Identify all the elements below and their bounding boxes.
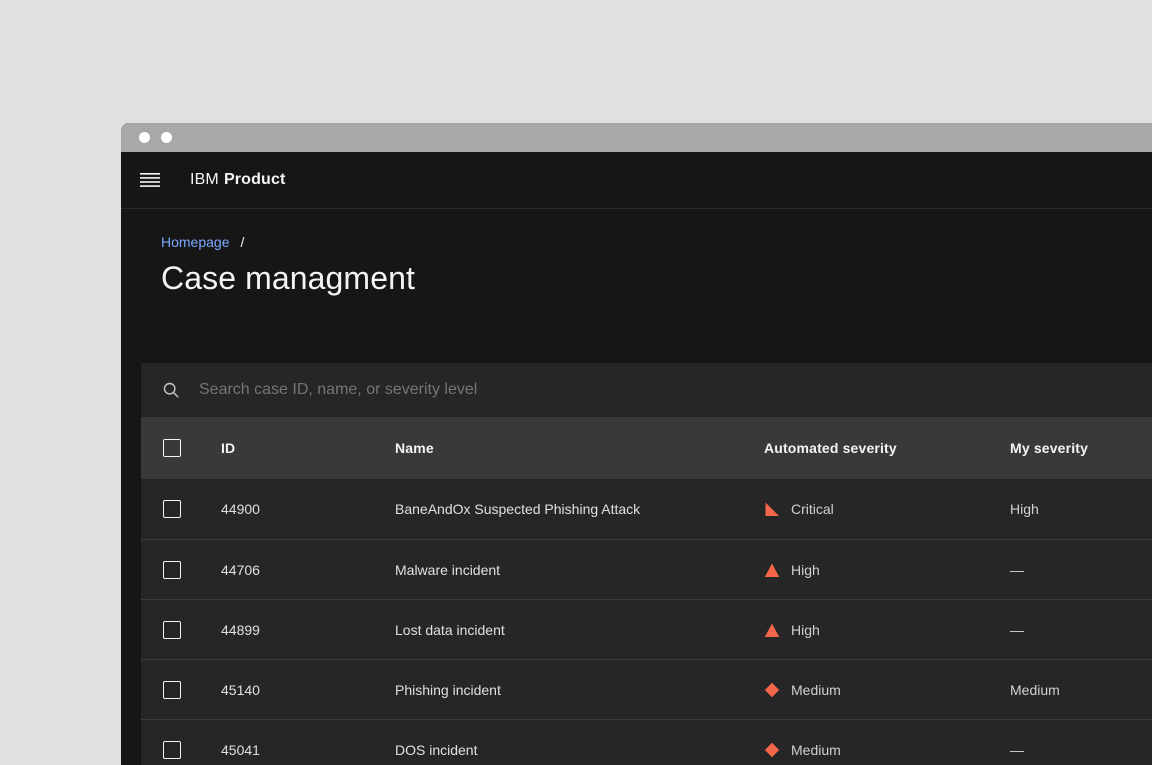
column-header-name: Name [395, 440, 434, 456]
medium-severity-icon [764, 682, 780, 698]
automated-severity-cell: High [748, 622, 994, 638]
row-select-cell [141, 500, 205, 518]
high-severity-icon [764, 562, 780, 578]
automated-severity-cell: Medium [748, 682, 994, 698]
desktop-background: IBM Product Homepage / Case managment Se… [0, 0, 1152, 765]
table-row[interactable]: 44706 Malware incident High — [141, 539, 1152, 599]
automated-severity-label: Critical [791, 501, 834, 517]
table-row[interactable]: 45140 Phishing incident Medium Medium [141, 659, 1152, 719]
table-header-row: ID Name Automated severity My severity [141, 417, 1152, 479]
select-all-checkbox[interactable] [163, 439, 181, 457]
case-id: 44706 [221, 561, 260, 578]
table-row[interactable]: 45041 DOS incident Medium — [141, 719, 1152, 765]
page-hero: Homepage / Case managment [121, 209, 1152, 299]
my-severity: — [1010, 621, 1024, 638]
medium-severity-icon [764, 742, 780, 758]
automated-severity-label: High [791, 621, 820, 638]
column-header-my-severity: My severity [1010, 440, 1089, 456]
my-severity: High [1010, 501, 1039, 517]
breadcrumb: Homepage / [161, 233, 1152, 251]
case-name: DOS incident [395, 741, 478, 758]
automated-severity-cell: Medium [748, 742, 994, 758]
column-header-automated-severity: Automated severity [764, 440, 897, 456]
row-select-cell [141, 560, 205, 579]
breadcrumb-link-homepage[interactable]: Homepage [161, 233, 230, 251]
automated-severity-label: High [791, 561, 820, 578]
case-id: 44900 [221, 501, 260, 517]
search-icon [163, 382, 179, 398]
row-checkbox[interactable] [163, 620, 181, 639]
automated-severity-cell: Critical [748, 501, 994, 517]
my-severity: — [1010, 561, 1024, 578]
my-severity: Medium [1010, 681, 1060, 698]
window-control-dot[interactable] [161, 132, 172, 143]
search-input[interactable] [199, 363, 1152, 417]
case-id: 45041 [221, 741, 260, 758]
case-id: 45140 [221, 681, 260, 698]
row-select-cell [141, 740, 205, 759]
app-window: IBM Product Homepage / Case managment Se… [121, 123, 1152, 765]
critical-severity-icon [764, 501, 780, 517]
case-id: 44899 [221, 621, 260, 638]
select-all-cell [141, 439, 205, 457]
my-severity: — [1010, 741, 1024, 758]
brand-prefix: IBM [190, 171, 219, 188]
row-checkbox[interactable] [163, 740, 181, 759]
brand: IBM Product [190, 171, 286, 189]
app-header: IBM Product [121, 152, 1152, 209]
page-title: Case managment [161, 260, 415, 296]
case-name: Lost data incident [395, 621, 505, 638]
case-name: Malware incident [395, 561, 501, 578]
table-search-bar [141, 363, 1152, 417]
row-select-cell [141, 620, 205, 639]
table-row[interactable]: 44899 Lost data incident High — [141, 599, 1152, 659]
breadcrumb-separator: / [240, 234, 245, 250]
automated-severity-cell: High [748, 562, 994, 578]
column-header-id: ID [221, 440, 236, 456]
row-checkbox[interactable] [163, 680, 181, 699]
window-titlebar [121, 123, 1152, 152]
table-row[interactable]: 44900 BaneAndOx Suspected Phishing Attac… [141, 479, 1152, 539]
cases-table: ID Name Automated severity My severity 4… [141, 417, 1152, 765]
row-checkbox[interactable] [163, 560, 181, 579]
automated-severity-label: Medium [791, 681, 841, 698]
case-name: BaneAndOx Suspected Phishing Attack [395, 501, 641, 517]
high-severity-icon [764, 622, 780, 638]
window-control-dot[interactable] [139, 132, 150, 143]
row-select-cell [141, 680, 205, 699]
row-checkbox[interactable] [163, 500, 181, 518]
case-name: Phishing incident [395, 681, 501, 698]
automated-severity-label: Medium [791, 741, 841, 758]
hamburger-menu-icon[interactable] [140, 173, 160, 187]
brand-name: Product [223, 171, 286, 188]
